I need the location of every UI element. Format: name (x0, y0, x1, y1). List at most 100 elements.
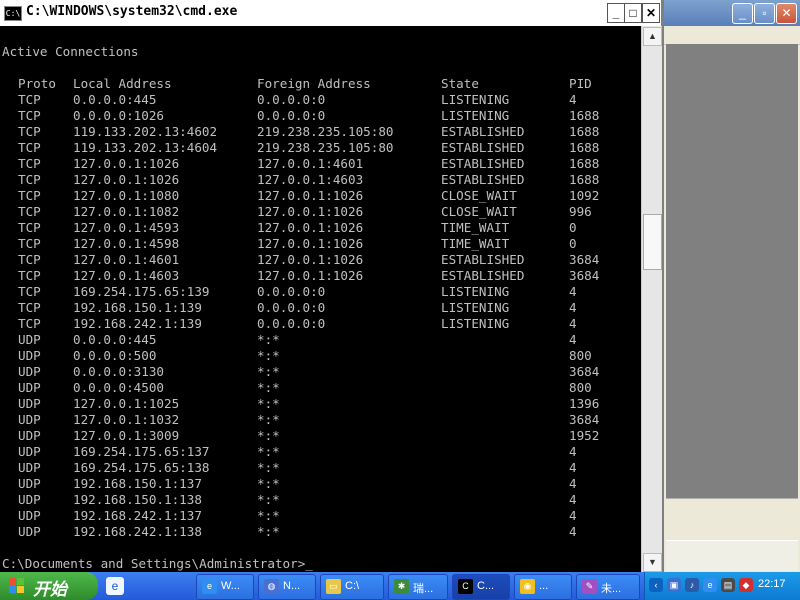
sound-icon[interactable]: ♪ (685, 578, 699, 592)
cmd-titlebar[interactable]: C:\ C:\WINDOWS\system32\cmd.exe _ □ ✕ (0, 0, 661, 26)
cell-local-address: 127.0.0.1:1026 (73, 172, 180, 187)
cell-local-address: 0.0.0.0:500 (73, 348, 157, 363)
cmd-icon: C:\ (4, 6, 22, 21)
background-window-titlebar[interactable]: _ ▫ ✕ (664, 0, 800, 26)
cell-local-address: 127.0.0.1:4593 (73, 220, 180, 235)
cell-proto: TCP (18, 284, 41, 299)
cell-foreign-address: 127.0.0.1:4601 (257, 156, 364, 171)
minimize-button[interactable]: _ (607, 3, 625, 23)
shield-icon[interactable]: ◆ (739, 578, 753, 592)
scroll-down-button[interactable]: ▼ (643, 553, 662, 572)
scroll-up-button[interactable]: ▲ (643, 27, 662, 46)
cell-proto: TCP (18, 140, 41, 155)
table-header: Proto Local Address Foreign Address Stat… (2, 76, 592, 92)
column-header-local-address: Local Address (73, 76, 172, 91)
cell-state: LISTENING (441, 92, 510, 107)
cell-pid: 4 (569, 524, 577, 539)
cell-local-address: 127.0.0.1:4603 (73, 268, 180, 283)
ie-icon[interactable]: e (703, 578, 717, 592)
cell-proto: UDP (18, 412, 41, 427)
background-window[interactable]: _ ▫ ✕ (664, 0, 800, 572)
cell-pid: 1688 (569, 172, 600, 187)
cell-foreign-address: *:* (257, 348, 280, 363)
cell-local-address: 127.0.0.1:1026 (73, 156, 180, 171)
clock[interactable]: 22:17 (758, 578, 786, 590)
taskbar-button-label: ... (539, 580, 549, 592)
taskbar-button[interactable]: C C... (452, 574, 510, 600)
cell-foreign-address: 219.238.235.105:80 (257, 140, 394, 155)
cell-local-address: 127.0.0.1:4598 (73, 236, 180, 251)
cell-foreign-address: *:* (257, 380, 280, 395)
cell-foreign-address: *:* (257, 460, 280, 475)
cell-foreign-address: 127.0.0.1:1026 (257, 220, 364, 235)
network-icon[interactable]: ▣ (667, 578, 681, 592)
cell-local-address: 127.0.0.1:1080 (73, 188, 180, 203)
windows-logo-icon (9, 578, 26, 594)
scroll-thumb[interactable] (643, 214, 662, 270)
cell-local-address: 192.168.150.1:138 (73, 492, 202, 507)
cell-local-address: 192.168.242.1:139 (73, 316, 202, 331)
taskbar-button[interactable]: ◍ N... (258, 574, 316, 600)
cell-state: TIME_WAIT (441, 220, 510, 235)
cell-proto: TCP (18, 252, 41, 267)
console-output[interactable]: Active Connections Proto Local Address F… (0, 26, 641, 572)
cell-local-address: 192.168.150.1:137 (73, 476, 202, 491)
cell-state: LISTENING (441, 316, 510, 331)
cell-proto: TCP (18, 268, 41, 283)
command-prompt[interactable]: C:\Documents and Settings\Administrator>… (2, 556, 313, 572)
cell-foreign-address: 0.0.0.0:0 (257, 92, 326, 107)
window-title: C:\WINDOWS\system32\cmd.exe (26, 4, 238, 19)
cell-state: LISTENING (441, 300, 510, 315)
cell-proto: TCP (18, 124, 41, 139)
cell-pid: 3684 (569, 412, 600, 427)
taskbar-button[interactable]: ✱ 瑞... (388, 574, 448, 600)
cell-proto: UDP (18, 364, 41, 379)
cell-foreign-address: *:* (257, 332, 280, 347)
cell-local-address: 127.0.0.1:1025 (73, 396, 180, 411)
taskbar-button[interactable]: ▭ C:\ (320, 574, 384, 600)
cell-pid: 0 (569, 220, 577, 235)
vertical-scrollbar[interactable]: ▲ ▼ (641, 26, 662, 572)
background-minimize-button[interactable]: _ (732, 3, 753, 24)
expand-icon[interactable]: ‹ (649, 578, 663, 592)
cell-proto: TCP (18, 108, 41, 123)
taskbar-button-label: 瑞... (413, 583, 434, 595)
cmd-window[interactable]: C:\ C:\WINDOWS\system32\cmd.exe _ □ ✕ Ac… (0, 0, 662, 572)
cell-proto: TCP (18, 204, 41, 219)
cell-pid: 996 (569, 204, 592, 219)
cell-foreign-address: 127.0.0.1:4603 (257, 172, 364, 187)
cell-local-address: 169.254.175.65:138 (73, 460, 210, 475)
cell-pid: 800 (569, 348, 592, 363)
column-header-foreign-address: Foreign Address (257, 76, 371, 91)
ie-icon[interactable]: e (106, 577, 124, 595)
cell-proto: UDP (18, 332, 41, 347)
cell-local-address: 127.0.0.1:1082 (73, 204, 180, 219)
cell-pid: 1688 (569, 156, 600, 171)
cell-proto: TCP (18, 92, 41, 107)
background-maximize-button[interactable]: ▫ (754, 3, 775, 24)
cell-pid: 4 (569, 332, 577, 347)
cell-foreign-address: *:* (257, 444, 280, 459)
cell-foreign-address: 0.0.0.0:0 (257, 316, 326, 331)
cell-pid: 1952 (569, 428, 600, 443)
background-window-menu (664, 26, 800, 45)
cell-local-address: 0.0.0.0:445 (73, 92, 157, 107)
cell-proto: UDP (18, 380, 41, 395)
cell-pid: 0 (569, 236, 577, 251)
cell-pid: 800 (569, 380, 592, 395)
taskbar-button[interactable]: e W... (196, 574, 254, 600)
cell-local-address: 119.133.202.13:4604 (73, 140, 218, 155)
background-close-button[interactable]: ✕ (776, 3, 797, 24)
cell-proto: UDP (18, 476, 41, 491)
taskbar-button[interactable]: ◉... (514, 574, 572, 600)
taskbar-button[interactable]: ✎ 未... (576, 574, 640, 600)
cell-pid: 3684 (569, 252, 600, 267)
cell-pid: 1396 (569, 396, 600, 411)
close-button[interactable]: ✕ (642, 3, 660, 23)
cell-state: ESTABLISHED (441, 140, 525, 155)
cell-foreign-address: 0.0.0.0:0 (257, 108, 326, 123)
app-icon[interactable]: ▤ (721, 578, 735, 592)
maximize-button[interactable]: □ (624, 3, 642, 23)
start-button[interactable]: 开始 (0, 572, 98, 600)
cell-pid: 1688 (569, 140, 600, 155)
